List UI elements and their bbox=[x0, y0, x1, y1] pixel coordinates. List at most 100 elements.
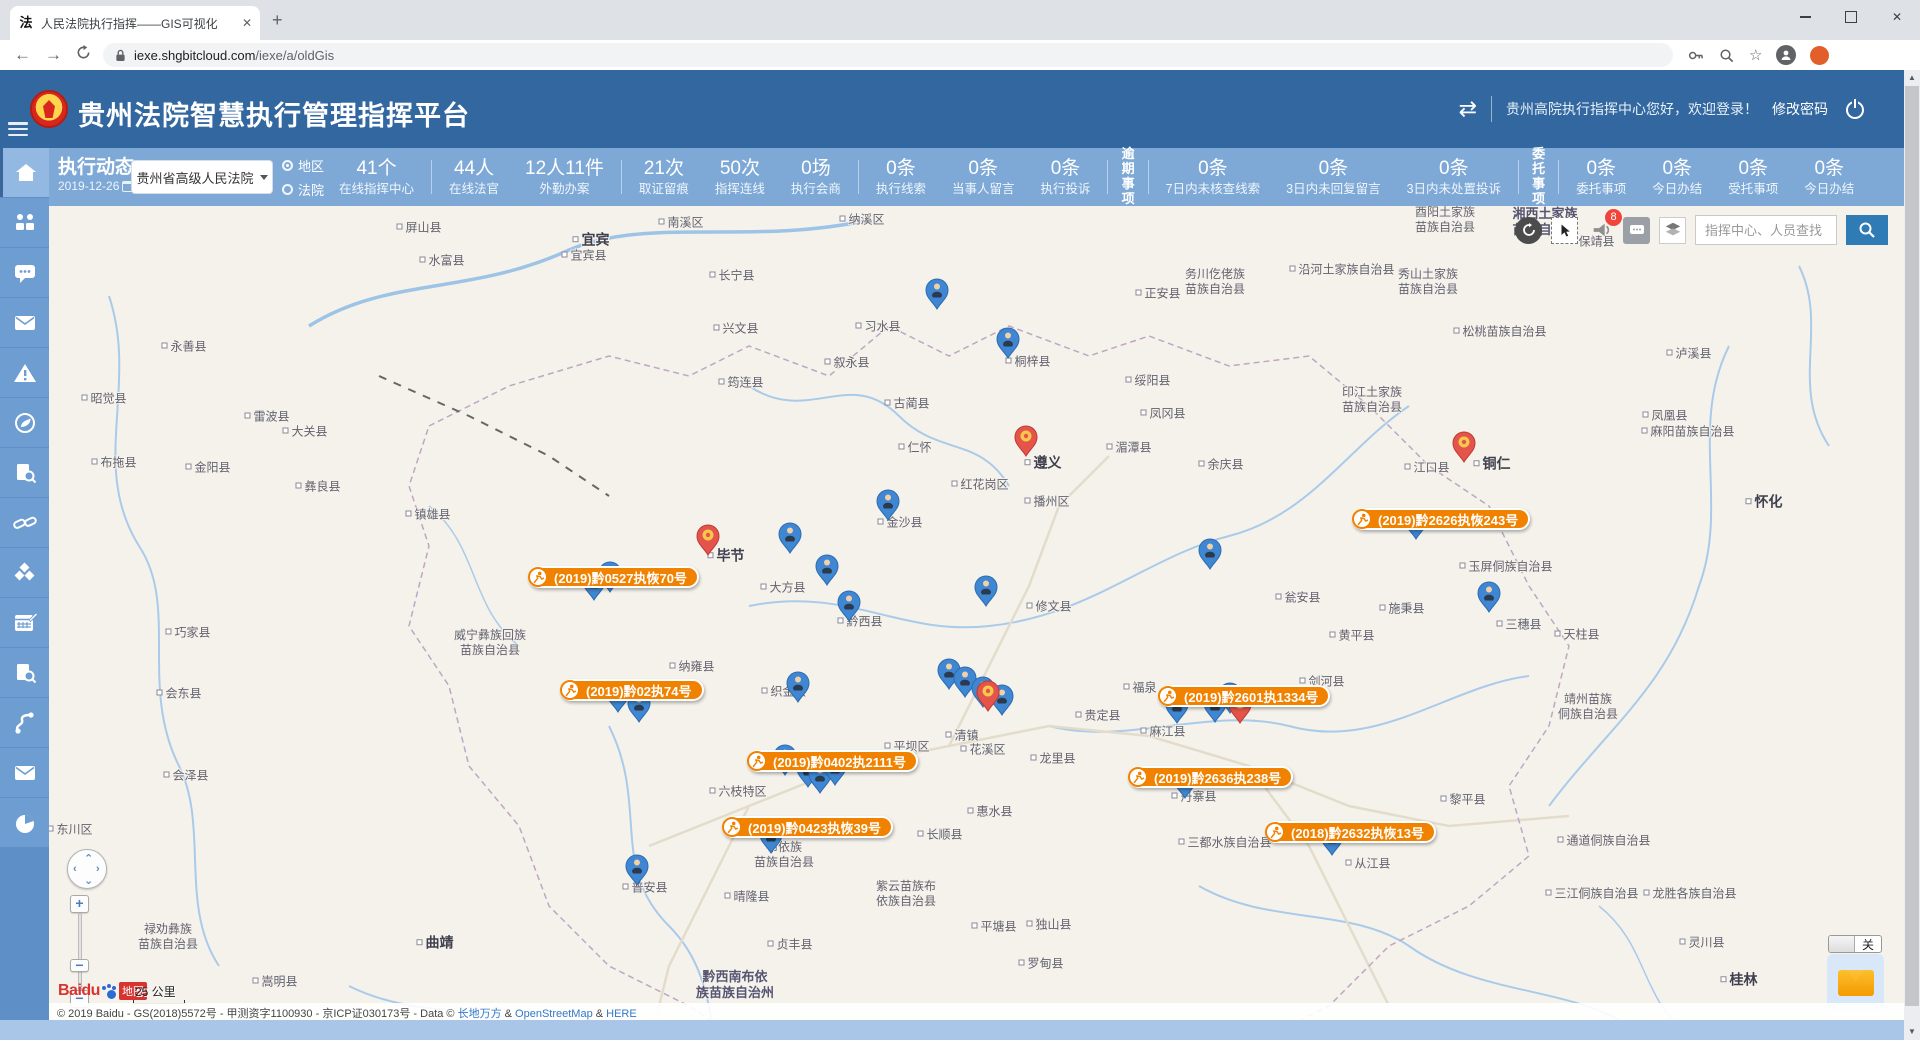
attribution-link[interactable]: OpenStreetMap bbox=[515, 1008, 593, 1020]
court-marker[interactable] bbox=[695, 524, 721, 556]
back-icon[interactable]: ← bbox=[14, 45, 31, 65]
sidebar-item-doc-search-2[interactable] bbox=[0, 648, 49, 697]
new-tab-button[interactable]: + bbox=[272, 10, 283, 31]
stat-item[interactable]: 0条当事人留言 bbox=[939, 157, 1028, 197]
case-label[interactable]: (2019)黔0527执恢70号 bbox=[528, 566, 699, 588]
key-icon[interactable] bbox=[1687, 47, 1704, 64]
sidebar-item-calendar[interactable] bbox=[0, 598, 49, 647]
stat-item[interactable]: 0条执行投诉 bbox=[1027, 157, 1103, 197]
stat-item[interactable]: 0条今日办结 bbox=[1639, 157, 1715, 197]
stat-item[interactable]: 0条3日内未回复留言 bbox=[1273, 157, 1393, 197]
case-label[interactable]: (2019)黔2626执恢243号 bbox=[1352, 508, 1530, 530]
court-selector-dropdown[interactable]: 贵州省高级人民法院 bbox=[131, 160, 273, 194]
menu-hamburger-icon[interactable] bbox=[8, 122, 28, 136]
layers-icon[interactable] bbox=[1659, 217, 1686, 244]
stat-item[interactable]: 0条执行线索 bbox=[863, 157, 939, 197]
sidebar-item-home[interactable] bbox=[0, 148, 49, 197]
search-input[interactable] bbox=[1695, 215, 1837, 245]
person-marker[interactable] bbox=[785, 671, 811, 703]
message-icon[interactable] bbox=[1623, 217, 1650, 244]
case-label[interactable]: (2019)黔2601执1334号 bbox=[1158, 685, 1330, 707]
zoom-in-button[interactable]: + bbox=[70, 895, 89, 913]
panel-toggle[interactable]: 关 bbox=[1828, 935, 1882, 953]
zoom-icon[interactable] bbox=[1718, 47, 1735, 64]
person-marker[interactable] bbox=[836, 590, 862, 622]
court-marker[interactable] bbox=[1451, 431, 1477, 463]
attribution-link[interactable]: 长地万方 bbox=[458, 1008, 502, 1020]
bookmark-star-icon[interactable]: ☆ bbox=[1749, 46, 1762, 64]
extension-icon[interactable] bbox=[1810, 46, 1829, 65]
sidebar-item-link[interactable] bbox=[0, 498, 49, 547]
person-marker[interactable] bbox=[814, 554, 840, 586]
case-label[interactable]: (2019)黔02执74号 bbox=[560, 679, 704, 701]
pan-left-icon[interactable]: ‹ bbox=[73, 863, 77, 875]
sidebar-item-mail-2[interactable] bbox=[0, 748, 49, 797]
zoom-slider-track[interactable] bbox=[78, 913, 82, 991]
sidebar-item-cubes[interactable] bbox=[0, 548, 49, 597]
history-icon[interactable] bbox=[1515, 217, 1542, 244]
change-password-link[interactable]: 修改密码 bbox=[1772, 99, 1828, 119]
radio-unselected-icon[interactable] bbox=[282, 184, 293, 195]
stat-item[interactable]: 44人在线法官 bbox=[436, 157, 512, 197]
forward-icon[interactable]: → bbox=[45, 45, 62, 65]
person-marker[interactable] bbox=[995, 327, 1021, 359]
attribution-link[interactable]: HERE bbox=[606, 1008, 637, 1020]
radio-selected-icon[interactable] bbox=[282, 160, 293, 171]
stat-item[interactable]: 0场执行会商 bbox=[778, 157, 854, 197]
case-label[interactable]: (2018)黔2632执恢13号 bbox=[1265, 821, 1436, 843]
logout-power-icon[interactable] bbox=[1842, 96, 1868, 122]
minimize-button[interactable] bbox=[1782, 0, 1828, 34]
page-scrollbar[interactable]: ▲ ▼ bbox=[1904, 70, 1920, 1040]
tab-close-icon[interactable]: ✕ bbox=[242, 16, 252, 30]
stat-item[interactable]: 0条3日内未处置投诉 bbox=[1394, 157, 1514, 197]
radio-region[interactable]: 地区 bbox=[282, 156, 324, 175]
case-label[interactable]: (2019)黔0423执恢39号 bbox=[722, 816, 893, 838]
cursor-tool-icon[interactable] bbox=[1551, 217, 1578, 244]
profile-avatar[interactable] bbox=[1776, 45, 1796, 65]
map-pan-control[interactable]: ⌃ ⌄ ‹ › bbox=[67, 849, 107, 889]
sidebar-item-chat[interactable] bbox=[0, 248, 49, 297]
stat-item[interactable]: 21次取证留痕 bbox=[626, 157, 702, 197]
stat-item[interactable]: 50次指挥连线 bbox=[702, 157, 778, 197]
refresh-icon[interactable] bbox=[76, 45, 91, 65]
maximize-button[interactable] bbox=[1828, 0, 1874, 34]
scroll-up-icon[interactable]: ▲ bbox=[1904, 70, 1920, 86]
person-marker[interactable] bbox=[924, 278, 950, 310]
person-marker[interactable] bbox=[973, 575, 999, 607]
sidebar-item-route[interactable] bbox=[0, 698, 49, 747]
person-marker[interactable] bbox=[777, 522, 803, 554]
person-marker[interactable] bbox=[624, 854, 650, 886]
switch-icon[interactable]: ⇄ bbox=[1459, 96, 1477, 122]
case-label[interactable]: (2019)黔2636执238号 bbox=[1128, 766, 1293, 788]
case-label[interactable]: (2019)黔0402执2111号 bbox=[747, 750, 918, 772]
sidebar-item-service[interactable] bbox=[0, 398, 49, 447]
court-marker[interactable] bbox=[1013, 425, 1039, 457]
voice-broadcast-icon[interactable]: 8 bbox=[1587, 217, 1614, 244]
stat-item[interactable]: 41个在线指挥中心 bbox=[326, 157, 427, 197]
stat-item[interactable]: 0条委托事项 bbox=[1563, 157, 1639, 197]
sidebar-item-pie-chart[interactable] bbox=[0, 798, 49, 847]
browser-tab[interactable]: 法 人民法院执行指挥——GIS可视化 ✕ bbox=[10, 6, 260, 40]
stat-item[interactable]: 0条受托事项 bbox=[1715, 157, 1791, 197]
pan-up-icon[interactable]: ⌃ bbox=[84, 852, 93, 865]
stats-date[interactable]: 2019-12-26 bbox=[58, 179, 134, 193]
sidebar-item-alert[interactable] bbox=[0, 348, 49, 397]
search-button[interactable] bbox=[1846, 215, 1888, 245]
close-window-button[interactable]: ✕ bbox=[1874, 0, 1920, 34]
sidebar-item-doc-search[interactable] bbox=[0, 448, 49, 497]
court-marker[interactable] bbox=[975, 680, 1001, 712]
url-text[interactable]: iexe.shgbitcloud.com/iexe/a/oldGis bbox=[134, 48, 334, 63]
person-marker[interactable] bbox=[1197, 538, 1223, 570]
stat-item[interactable]: 0条今日办结 bbox=[1791, 157, 1867, 197]
pan-down-icon[interactable]: ⌄ bbox=[84, 874, 93, 887]
zoom-slider-handle[interactable]: − bbox=[70, 959, 89, 972]
scrollbar-thumb[interactable] bbox=[1905, 86, 1919, 1006]
toggle-knob[interactable] bbox=[1829, 936, 1855, 952]
scroll-down-icon[interactable]: ▼ bbox=[1904, 1024, 1920, 1040]
pan-right-icon[interactable]: › bbox=[96, 863, 100, 875]
stat-item[interactable]: 0条7日内未核查线索 bbox=[1153, 157, 1273, 197]
sidebar-item-mail[interactable] bbox=[0, 298, 49, 347]
person-marker[interactable] bbox=[1476, 581, 1502, 613]
person-marker[interactable] bbox=[875, 489, 901, 521]
stat-item[interactable]: 12人11件外勤办案 bbox=[512, 157, 617, 197]
